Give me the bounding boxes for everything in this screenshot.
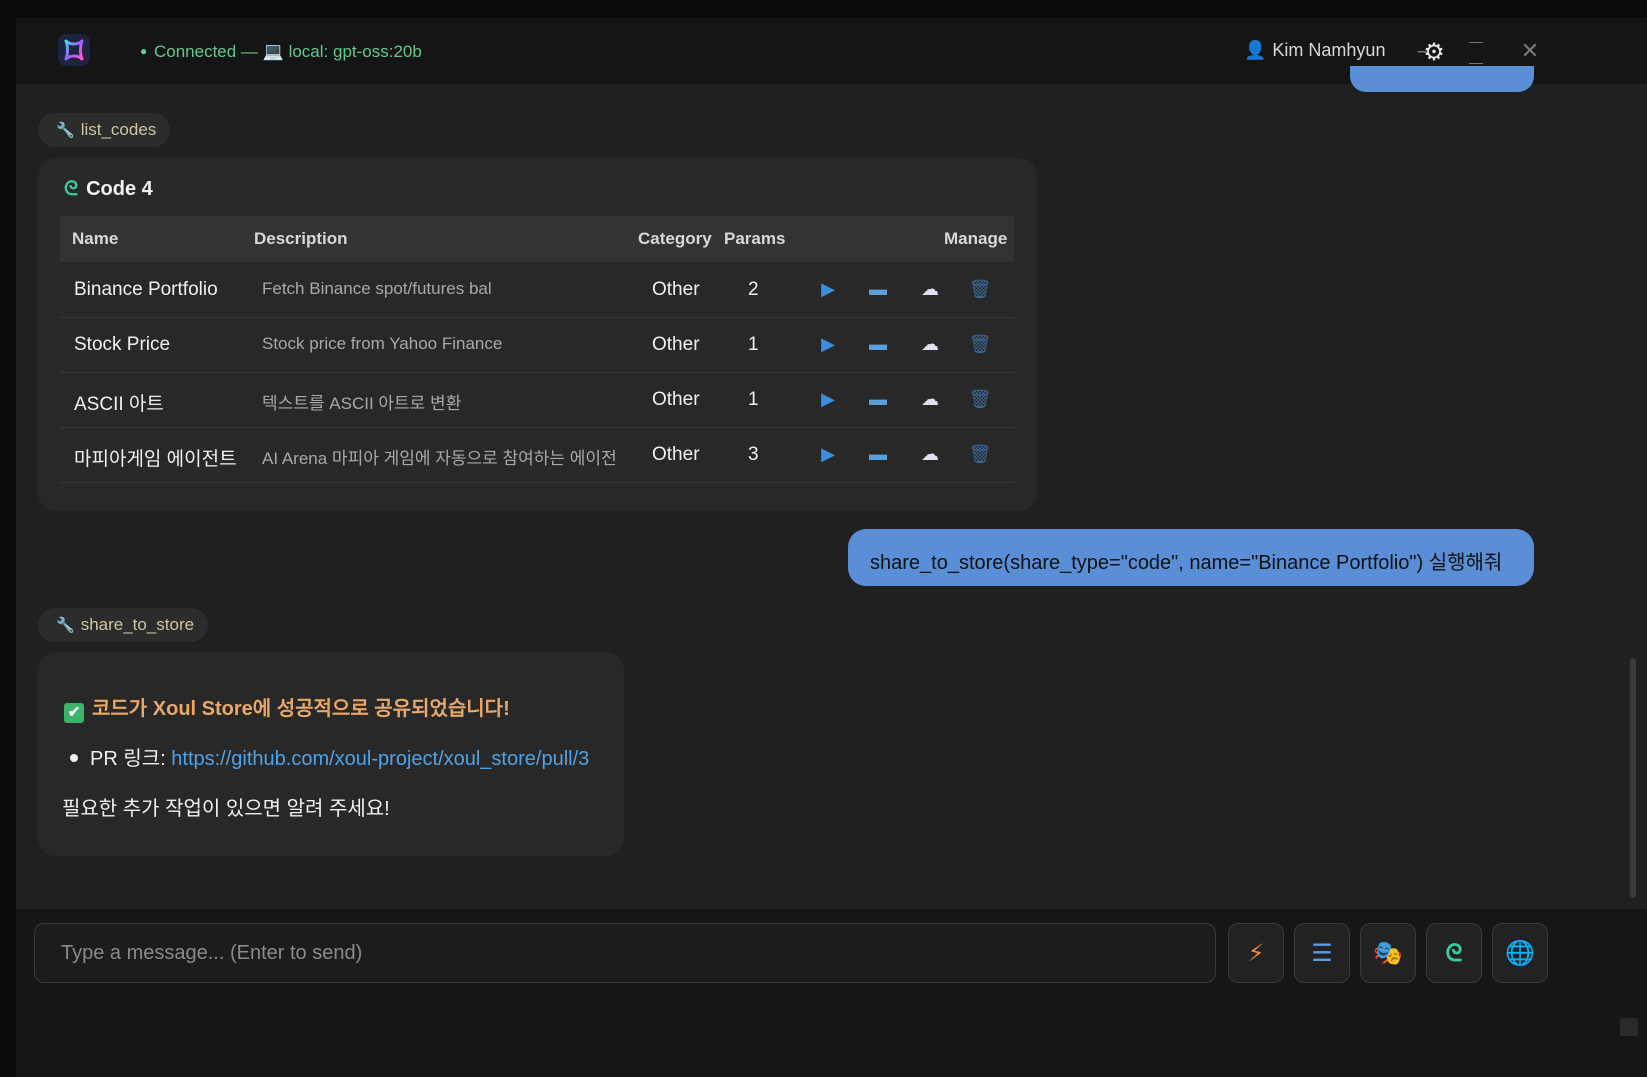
user-profile[interactable]: 👤 Kim Namhyun [1244,40,1385,61]
model-label: local: gpt-oss:20b [288,42,422,61]
edit-icon[interactable]: ▬ [866,276,890,302]
code-description: Fetch Binance spot/futures bal [262,279,492,298]
trash-icon[interactable]: 🗑 [968,276,992,302]
pr-label: PR 링크: [90,748,166,770]
maximize-button[interactable] [1462,38,1490,66]
chat-scrollbar[interactable] [1630,658,1636,898]
codes-card: ᘓ Code 4 Name Description Category Params… [38,158,1037,511]
minimize-button[interactable]: – [1408,38,1436,66]
composer-bar: ⚡ ☰ 🎭 ᘓ 🌐 [16,909,1647,1077]
trash-icon[interactable]: 🗑 [968,331,992,357]
user-icon: 👤 [1244,40,1267,60]
bullet-icon [70,754,78,762]
code-category: Other [652,334,700,355]
cloud-upload-icon[interactable]: ☁ [918,441,942,467]
tool-call-name: list_codes [80,120,157,139]
run-icon[interactable]: ▶ [816,331,840,357]
edit-icon[interactable]: ▬ [866,386,890,412]
cloud-upload-icon[interactable]: ☁ [918,331,942,357]
code-description: Stock price from Yahoo Finance [262,334,503,353]
code-name: Binance Portfolio [74,279,218,300]
edit-icon[interactable]: ▬ [866,441,890,467]
code-params: 2 [748,279,759,300]
pr-link-item: PR 링크: https://github.com/xoul-project/x… [70,742,589,771]
code-description: 텍스트를 ASCII 아트로 변환 [262,394,462,413]
assistant-result-card: ✔ 코드가 Xoul Store에 성공적으로 공유되었습니다! PR 링크: h… [38,652,624,856]
globe-icon[interactable]: 🌐 [1492,923,1548,983]
status-dot-icon: ● [140,44,148,58]
table-row: Stock Price Stock price from Yahoo Finan… [60,317,1014,373]
code-name: ASCII 아트 [74,394,164,415]
menu-icon[interactable]: ☰ [1294,923,1350,983]
result-footer: 필요한 추가 작업이 있으면 알려 주세요! [62,798,390,820]
column-header: Description [254,229,348,248]
edit-icon[interactable]: ▬ [866,331,890,357]
tool-call-name: share_to_store [80,615,195,634]
theater-masks-icon[interactable]: 🎭 [1360,923,1416,983]
result-headline-text: 코드가 Xoul Store에 성공적으로 공유되었습니다! [92,698,510,720]
laptop-icon: 💻 [262,42,284,61]
run-icon[interactable]: ▶ [816,386,840,412]
card-title-text: Code 4 [86,178,153,200]
wrench-icon: 🔧 [56,122,75,139]
lightning-icon[interactable]: ⚡ [1228,923,1284,983]
trash-icon[interactable]: 🗑 [968,386,992,412]
app-logo-icon [58,34,90,66]
tool-call-pill[interactable]: 🔧 list_codes [38,113,171,147]
code-category: Other [652,444,700,465]
code-name: 마피아게임 에이전트 [74,449,237,470]
connection-status: ● Connected — 💻 local: gpt-oss:20b [140,42,422,62]
code-loop-icon: ᘓ [64,178,79,200]
cloud-upload-icon[interactable]: ☁ [918,276,942,302]
run-icon[interactable]: ▶ [816,441,840,467]
card-title: ᘓ Code 4 [64,178,153,201]
column-header: Category [638,229,712,248]
message-input[interactable] [34,923,1216,983]
column-header: Name [72,229,119,248]
code-loop-icon[interactable]: ᘓ [1426,923,1482,983]
check-icon: ✔ [64,703,84,723]
table-row: 마피아게임 에이전트 AI Arena 마피아 게임에 자동으로 참여하는 에이… [60,427,1014,483]
user-message-text: share_to_store(share_type="code", name="… [870,552,1503,574]
user-message-bubble: share_to_store(share_type="code", name="… [848,529,1534,586]
status-text: Connected — [153,42,258,61]
column-header: Manage [944,229,1008,248]
trash-icon[interactable]: 🗑 [968,441,992,467]
table-row: ASCII 아트 텍스트를 ASCII 아트로 변환 Other 1 ▶ ▬ ☁… [60,372,1014,428]
app-window: ● Connected — 💻 local: gpt-oss:20b 👤 Kim … [16,18,1647,1077]
table-header: Name Description Category Params Manage [60,216,1014,262]
code-category: Other [652,279,700,300]
pr-link[interactable]: https://github.com/xoul-project/xoul_sto… [171,748,589,770]
run-icon[interactable]: ▶ [816,276,840,302]
cloud-upload-icon[interactable]: ☁ [918,386,942,412]
code-name: Stock Price [74,334,171,355]
previous-user-bubble [1350,66,1534,92]
user-name: Kim Namhyun [1272,40,1386,60]
tool-call-pill[interactable]: 🔧 share_to_store [38,608,209,642]
resize-grip[interactable] [1620,1018,1638,1036]
result-headline: ✔ 코드가 Xoul Store에 성공적으로 공유되었습니다! [64,692,510,723]
code-description: AI Arena 마피아 게임에 자동으로 참여하는 에이전 [262,449,617,468]
close-icon[interactable]: ✕ [1516,38,1544,66]
column-header: Params [724,229,786,248]
code-params: 1 [748,334,759,355]
code-category: Other [652,389,700,410]
wrench-icon: 🔧 [56,617,75,634]
table-row: Binance Portfolio Fetch Binance spot/fut… [60,262,1014,318]
code-params: 3 [748,444,759,465]
code-params: 1 [748,389,759,410]
